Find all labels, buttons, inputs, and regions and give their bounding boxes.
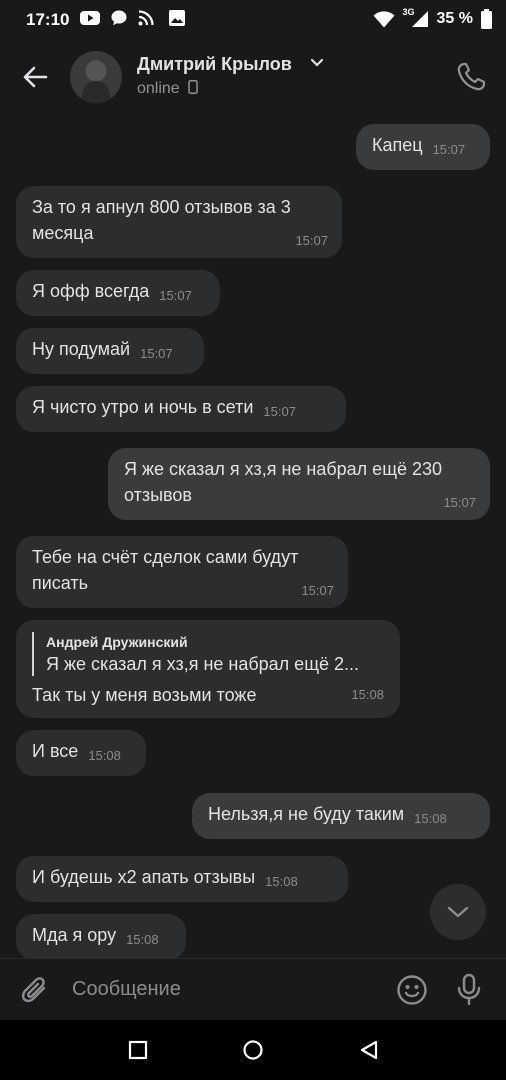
message-bubble-outgoing[interactable]: Капец 15:07 [356,124,490,170]
reply-text: Я же сказал я хз,я не набрал ещё 2... [46,654,360,674]
chevron-down-icon[interactable] [310,58,324,68]
message-bubble-outgoing[interactable]: Нельзя,я не буду таким 15:08 [192,793,490,839]
message-time: 15:07 [432,142,466,157]
youtube-icon [80,11,100,25]
message-time: 15:08 [414,811,447,826]
chat-bubble-icon [111,10,127,26]
reply-author: Андрей Дружинский [46,634,188,650]
message-bubble-incoming[interactable]: Я офф всегда 15:07 [16,270,220,316]
smile-icon[interactable] [396,974,428,1006]
message-composer: Сообщение [0,958,506,1021]
mobile-phone-icon [188,80,198,94]
message-time: 15:07 [159,288,192,303]
contact-name[interactable]: Дмитрий Крылов [137,54,292,75]
chat-header: Дмитрий Крылов online [0,40,506,114]
message-bubble-incoming[interactable]: Мда я ору 15:08 [16,914,186,960]
status-text: online [137,80,180,97]
battery-percent: 35 % [436,10,473,27]
paperclip-icon[interactable] [20,975,50,1007]
image-icon [169,10,185,26]
message-text: Я чисто утро и ночь в сети [32,397,254,417]
message-text: Нельзя,я не буду таким [208,804,405,824]
message-time: 15:08 [265,874,298,889]
message-text: Так ты у меня возьми тоже [32,685,257,705]
message-time: 15:08 [126,932,159,947]
message-input[interactable]: Сообщение [72,978,181,1001]
message-text: Я офф всегда [32,281,150,301]
phone-icon[interactable] [454,60,488,94]
message-bubble-incoming[interactable]: За то я апнул 800 отзывов за 3 месяца 15… [16,186,342,258]
arrow-left-icon[interactable] [20,62,50,92]
scroll-down-button[interactable] [430,884,486,940]
battery-icon [481,9,492,29]
reply-quote[interactable]: Андрей Дружинский Я же сказал я хз,я не … [32,632,386,676]
message-bubble-incoming[interactable]: И будешь х2 апать отзывы 15:08 [16,856,348,902]
message-text: И будешь х2 апать отзывы [32,867,256,887]
message-time: 15:08 [351,687,384,702]
message-time: 15:07 [140,346,173,361]
back-icon[interactable] [357,1038,381,1062]
microphone-icon[interactable] [455,973,483,1007]
home-icon[interactable] [241,1038,265,1062]
rss-icon [138,10,154,26]
wifi-icon [373,10,395,27]
message-bubble-incoming[interactable]: Я чисто утро и ночь в сети 15:07 [16,386,346,432]
message-list[interactable]: Капец 15:07 За то я апнул 800 отзывов за … [0,114,506,960]
message-text: И все [32,741,79,761]
avatar[interactable] [70,51,122,103]
message-bubble-reply[interactable]: Андрей Дружинский Я же сказал я хз,я не … [16,620,400,718]
status-time: 17:10 [26,10,70,29]
message-bubble-incoming[interactable]: И все 15:08 [16,730,146,776]
system-nav-bar [0,1020,506,1080]
network-type-label: 3G [402,7,415,17]
message-text: Капец [372,135,423,155]
message-time: 15:07 [263,404,296,419]
message-bubble-incoming[interactable]: Ну подумай 15:07 [16,328,204,374]
message-text: Ну подумай [32,339,131,359]
message-bubble-incoming[interactable]: Тебе на счёт сделок сами будут писать 15… [16,536,348,608]
status-bar: 17:10 3G 35 % [0,0,506,40]
chevron-down-icon [447,906,469,918]
contact-status: online [137,80,198,98]
message-text: Мда я ору [32,925,117,945]
message-bubble-outgoing[interactable]: Я же сказал я хз,я не набрал ещё 230 отз… [108,448,490,520]
recent-apps-icon[interactable] [126,1038,150,1062]
message-time: 15:08 [88,748,121,763]
